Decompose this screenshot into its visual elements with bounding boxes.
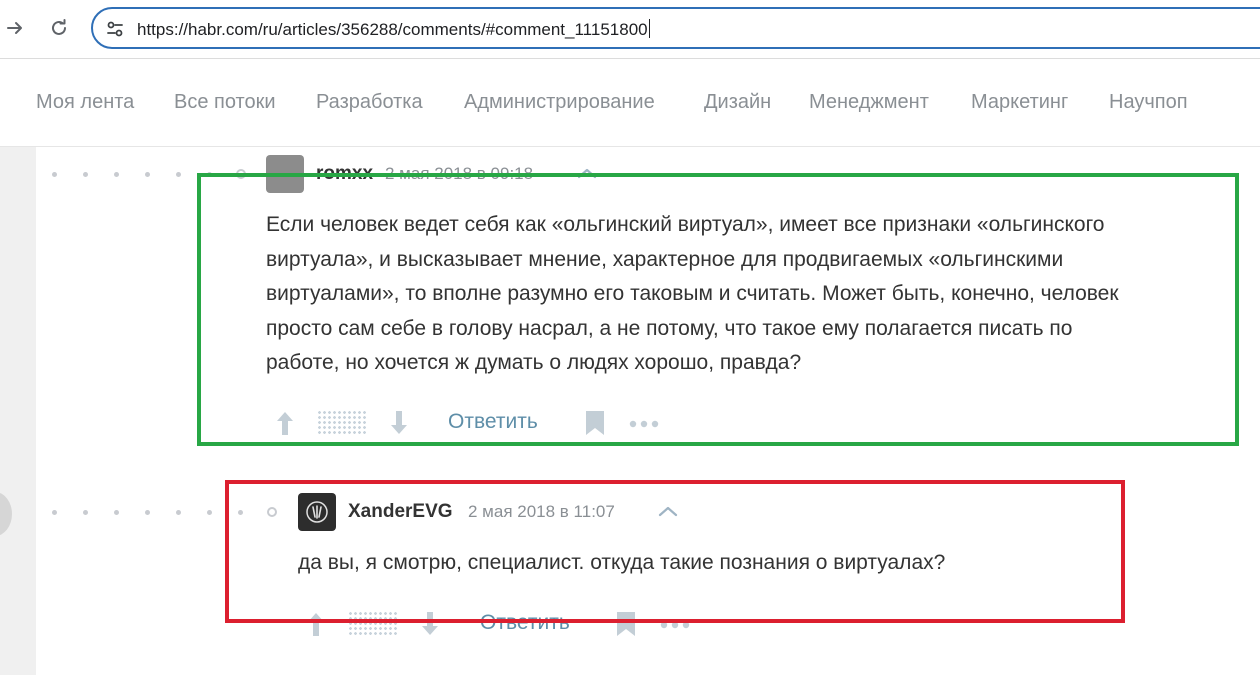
nav-item-administration[interactable]: Администрирование (464, 91, 655, 114)
forward-button[interactable] (0, 13, 30, 43)
thread-dot (52, 172, 57, 177)
thread-dot (114, 172, 119, 177)
comment-line: да вы, я смотрю, специалист. откуда таки… (298, 551, 946, 574)
comment-author[interactable]: XanderEVG (348, 501, 453, 523)
thread-dot (176, 510, 181, 515)
hubs-nav: Моя лента Все потоки Разработка Админист… (0, 59, 1260, 147)
upvote-icon[interactable] (307, 611, 325, 637)
comment-date[interactable]: 2 мая 2018 в 11:07 (468, 502, 615, 522)
side-scroll-handle[interactable] (0, 492, 12, 536)
reload-button[interactable] (44, 13, 74, 43)
avatar-logo-icon (306, 501, 328, 523)
comment-date[interactable]: 2 мая 2018 в 09:18 (385, 164, 533, 184)
thread-dot (114, 510, 119, 515)
browser-toolbar: https://habr.com/ru/articles/356288/comm… (0, 0, 1260, 59)
comment-line: виртуала», и высказывает мнение, характе… (266, 247, 1064, 271)
bookmark-icon[interactable] (616, 611, 636, 637)
comment-line: просто сам себе в голову насрал, а не по… (266, 316, 1073, 340)
thread-ring (236, 169, 246, 179)
chevron-up-icon[interactable] (657, 504, 679, 518)
thread-ring (267, 507, 277, 517)
thread-dot (176, 172, 181, 177)
more-icon[interactable] (629, 419, 661, 429)
nav-item-all-streams[interactable]: Все потоки (174, 91, 276, 114)
thread-dot (145, 172, 150, 177)
comment-body: Если человек ведет себя как «ольгинский … (266, 208, 1119, 381)
thread-dot (145, 510, 150, 515)
nav-item-popsci[interactable]: Научпоп (1109, 91, 1188, 114)
avatar[interactable] (298, 493, 336, 531)
avatar[interactable] (266, 155, 304, 193)
reload-icon (52, 19, 66, 35)
reply-button[interactable]: Ответить (448, 410, 538, 434)
thread-dot (83, 510, 88, 515)
chevron-up-icon[interactable] (576, 166, 598, 180)
thread-dot (207, 510, 212, 515)
bookmark-icon[interactable] (585, 410, 605, 436)
site-info-icon[interactable] (105, 19, 125, 39)
reply-button[interactable]: Ответить (480, 611, 570, 635)
text-caret (648, 19, 650, 38)
downvote-icon[interactable] (390, 410, 408, 436)
comment-line: виртуалами», то вполне разумно его таков… (266, 282, 1119, 305)
comment-line: работе, но хочется ж думать о людях хоро… (266, 351, 802, 374)
nav-item-marketing[interactable]: Маркетинг (971, 91, 1068, 114)
address-bar[interactable]: https://habr.com/ru/articles/356288/comm… (91, 7, 1260, 49)
thread-dot (83, 172, 88, 177)
score-placeholder (317, 410, 367, 436)
thread-dot (238, 510, 243, 515)
score-placeholder (348, 611, 398, 637)
thread-dot (207, 172, 212, 177)
more-icon[interactable] (660, 620, 692, 630)
thread-dot (52, 510, 57, 515)
nav-item-my-feed[interactable]: Моя лента (36, 91, 134, 114)
comment-body: да вы, я смотрю, специалист. откуда таки… (298, 546, 945, 581)
downvote-icon[interactable] (421, 611, 439, 637)
comment-author[interactable]: romxx (316, 163, 373, 185)
upvote-icon[interactable] (276, 410, 294, 436)
forward-icon (7, 22, 22, 34)
nav-item-design[interactable]: Дизайн (704, 91, 771, 114)
comment-line: Если человек ведет себя как «ольгинский … (266, 213, 1105, 236)
nav-item-development[interactable]: Разработка (316, 91, 423, 114)
url-text[interactable]: https://habr.com/ru/articles/356288/comm… (137, 19, 650, 40)
nav-item-management[interactable]: Менеджмент (809, 91, 929, 114)
